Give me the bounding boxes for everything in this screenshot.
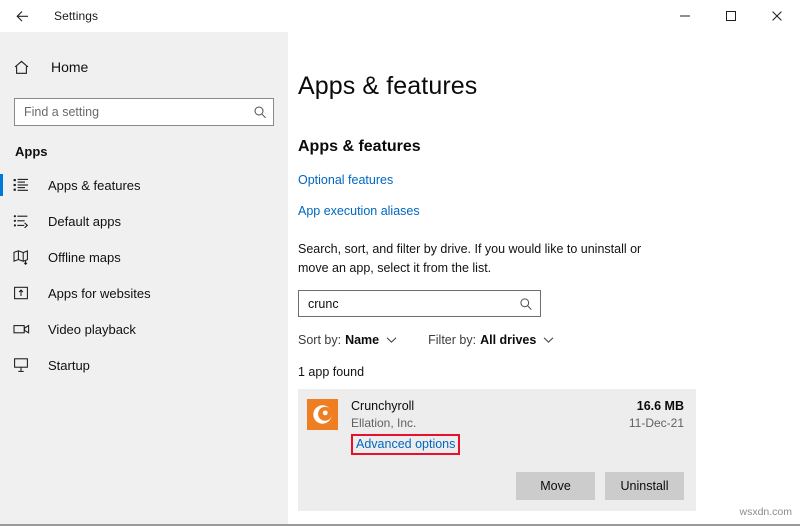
app-info: Crunchyroll Ellation, Inc. Advanced opti… <box>351 398 621 455</box>
move-button[interactable]: Move <box>516 472 595 500</box>
sort-by-dropdown[interactable]: Sort by: Name <box>298 333 397 347</box>
crunchyroll-app-icon <box>307 399 338 430</box>
app-name: Crunchyroll <box>351 399 415 413</box>
apps-list-icon <box>13 177 39 193</box>
offline-maps-icon <box>13 249 39 265</box>
sidebar-item-apps-for-websites[interactable]: Apps for websites <box>0 275 288 311</box>
app-row: Crunchyroll Ellation, Inc. Advanced opti… <box>307 398 684 455</box>
filter-controls-row: Sort by: Name Filter by: All drives <box>298 333 800 347</box>
maximize-icon <box>725 10 737 22</box>
caption-buttons <box>662 0 800 32</box>
app-size: 16.6 MB <box>636 399 684 413</box>
close-button[interactable] <box>754 0 800 32</box>
sidebar: Home Find a setting Apps Apps & features… <box>0 32 288 526</box>
video-playback-icon <box>13 321 39 337</box>
sidebar-item-offline-maps[interactable]: Offline maps <box>0 239 288 275</box>
title-bar: Settings <box>0 0 800 32</box>
sort-by-prefix: Sort by: <box>298 333 342 347</box>
sidebar-item-home[interactable]: Home <box>0 48 288 86</box>
default-apps-icon <box>13 213 39 229</box>
sidebar-item-label: Startup <box>48 357 90 373</box>
sidebar-item-video-playback[interactable]: Video playback <box>0 311 288 347</box>
sidebar-item-label: Offline maps <box>48 249 121 265</box>
sidebar-item-label: Apps for websites <box>48 285 151 301</box>
sidebar-home-label: Home <box>51 59 89 75</box>
search-icon <box>519 297 533 311</box>
app-search-input[interactable]: crunc <box>298 290 541 317</box>
filter-by-value: All drives <box>480 333 537 347</box>
settings-window: Settings Home Find a setting Apps Apps &… <box>0 0 800 526</box>
sort-by-value: Name <box>345 333 380 347</box>
link-optional-features[interactable]: Optional features <box>298 173 393 187</box>
minimize-button[interactable] <box>662 0 708 32</box>
sidebar-search-input[interactable]: Find a setting <box>14 98 274 126</box>
back-button[interactable] <box>0 0 44 32</box>
app-list-item[interactable]: Crunchyroll Ellation, Inc. Advanced opti… <box>298 389 696 511</box>
sidebar-nav-list: Apps & features Default apps Offline map… <box>0 167 288 383</box>
window-title: Settings <box>54 9 99 23</box>
home-icon <box>13 59 41 76</box>
window-content: Home Find a setting Apps Apps & features… <box>0 32 800 526</box>
sidebar-item-label: Default apps <box>48 213 121 229</box>
sidebar-item-default-apps[interactable]: Default apps <box>0 203 288 239</box>
main-pane: Apps & features Apps & features Optional… <box>288 32 800 526</box>
description-text: Search, sort, and filter by drive. If yo… <box>298 242 642 275</box>
app-meta: 16.6 MB 11-Dec-21 <box>629 398 684 431</box>
apps-for-websites-icon <box>13 285 39 301</box>
watermark: wsxdn.com <box>739 506 792 518</box>
sidebar-item-apps-features[interactable]: Apps & features <box>0 167 288 203</box>
app-install-date: 11-Dec-21 <box>628 416 684 430</box>
uninstall-button[interactable]: Uninstall <box>605 472 684 500</box>
filter-by-prefix: Filter by: <box>428 333 477 347</box>
sidebar-section-title: Apps <box>15 144 48 159</box>
app-search-value: crunc <box>308 296 339 311</box>
back-arrow-icon <box>15 9 30 24</box>
minimize-icon <box>679 10 691 22</box>
startup-icon <box>13 357 39 373</box>
sidebar-item-label: Video playback <box>48 321 136 337</box>
maximize-button[interactable] <box>708 0 754 32</box>
sidebar-item-label: Apps & features <box>48 177 141 193</box>
chevron-down-icon <box>386 336 397 344</box>
page-title: Apps & features <box>298 72 478 100</box>
close-icon <box>771 10 783 22</box>
app-publisher: Ellation, Inc. <box>351 416 417 430</box>
sidebar-item-startup[interactable]: Startup <box>0 347 288 383</box>
advanced-options-highlight: Advanced options <box>351 434 461 455</box>
app-count-text: 1 app found <box>298 365 365 379</box>
chevron-down-icon <box>543 336 554 344</box>
section-heading: Apps & features <box>298 138 421 155</box>
advanced-options-link[interactable]: Advanced options <box>356 437 455 452</box>
app-action-buttons: Move Uninstall <box>516 472 684 500</box>
search-icon <box>253 105 267 119</box>
sidebar-search-placeholder: Find a setting <box>24 105 100 119</box>
link-app-execution-aliases[interactable]: App execution aliases <box>298 204 420 218</box>
filter-by-dropdown[interactable]: Filter by: All drives <box>428 333 554 347</box>
